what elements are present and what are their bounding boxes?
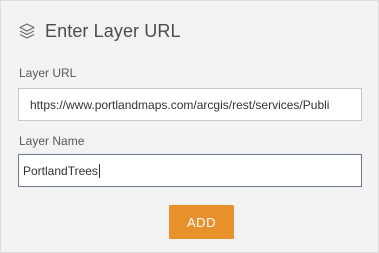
enter-layer-url-panel: Enter Layer URL Layer URL https://www.po… [0,0,379,253]
panel-title: Enter Layer URL [45,20,181,41]
layer-url-label: Layer URL [19,66,77,80]
layer-name-label: Layer Name [19,134,85,148]
layers-icon [18,22,36,40]
layer-name-input[interactable]: PortlandTrees [18,154,362,187]
panel-header: Enter Layer URL [18,18,181,44]
add-button[interactable]: ADD [169,205,234,239]
layer-url-input[interactable]: https://www.portlandmaps.com/arcgis/rest… [18,88,362,121]
layer-name-value: PortlandTrees [23,163,98,178]
text-cursor [98,163,100,178]
layer-url-value: https://www.portlandmaps.com/arcgis/rest… [30,97,330,112]
